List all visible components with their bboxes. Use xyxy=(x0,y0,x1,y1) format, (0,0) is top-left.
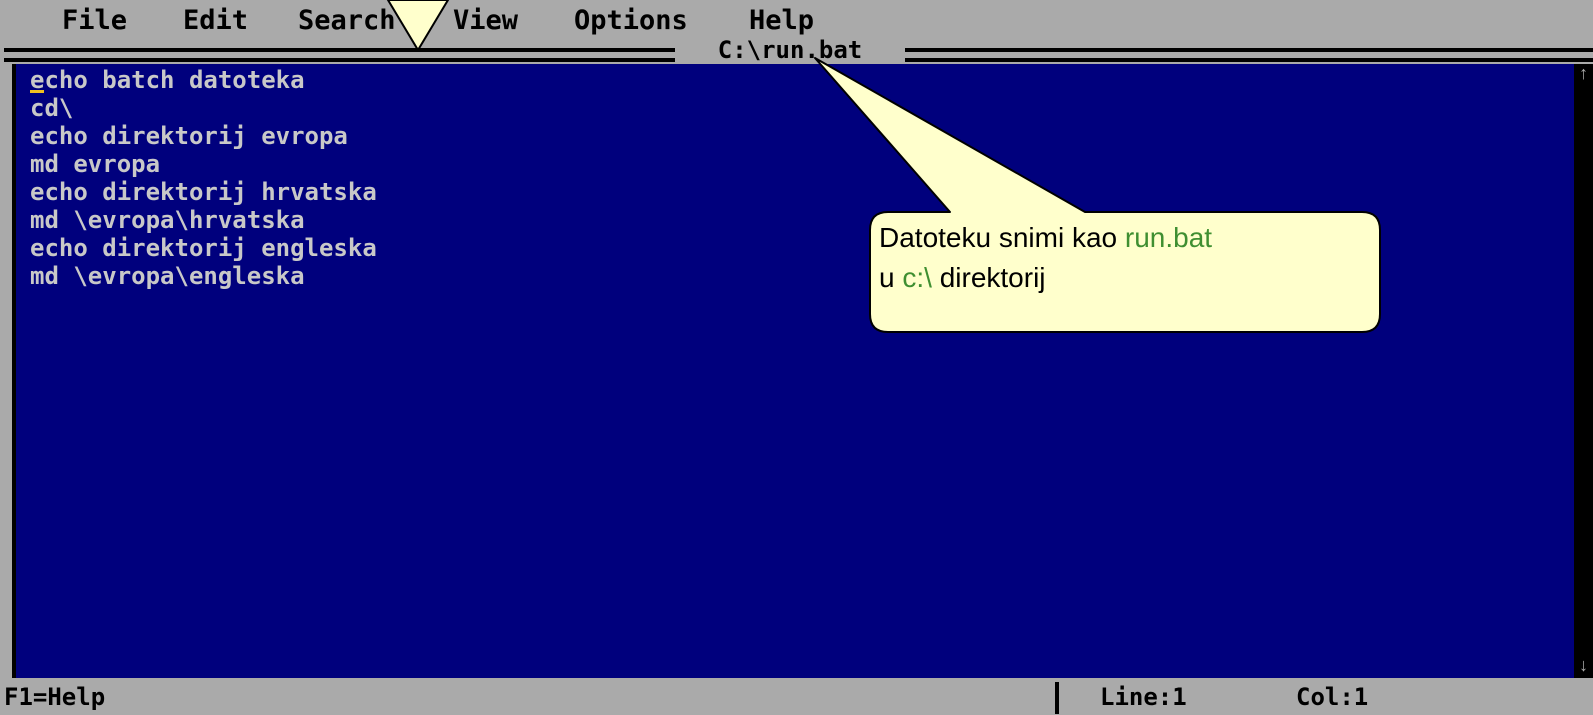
code-line-2[interactable]: cd\ xyxy=(30,94,377,122)
arrow-up-icon[interactable]: ↑ xyxy=(1574,66,1593,84)
editor-window: C:\run.bat e cho batch datoteka cd\ echo … xyxy=(0,38,1593,678)
code-line-6[interactable]: md \evropa\hrvatska xyxy=(30,206,377,234)
code-line-5[interactable]: echo direktorij hrvatska xyxy=(30,178,377,206)
code-line-7[interactable]: echo direktorij engleska xyxy=(30,234,377,262)
first-line-rest: cho batch datoteka xyxy=(44,66,305,94)
menu-help[interactable]: Help xyxy=(749,6,814,36)
vertical-scrollbar[interactable]: ↑ ↓ xyxy=(1574,64,1593,678)
code-line-4[interactable]: md evropa xyxy=(30,150,377,178)
menu-edit[interactable]: Edit xyxy=(183,6,248,36)
code-line-3[interactable]: echo direktorij evropa xyxy=(30,122,377,150)
menu-file[interactable]: File xyxy=(62,6,127,36)
status-divider xyxy=(1055,682,1059,714)
arrow-down-icon[interactable]: ↓ xyxy=(1574,658,1593,676)
menu-options[interactable]: Options xyxy=(574,6,688,36)
menu-search[interactable]: Search xyxy=(298,6,396,36)
status-bar: F1=Help Line:1 Col:1 xyxy=(0,678,1593,715)
status-column-number: Col:1 xyxy=(1296,683,1369,711)
code-lines: e cho batch datoteka cd\ echo direktorij … xyxy=(30,66,377,290)
menu-view[interactable]: View xyxy=(453,6,518,36)
status-help-hint: F1=Help xyxy=(4,683,106,711)
cursor-char: e xyxy=(30,66,44,94)
file-title: C:\run.bat xyxy=(675,38,905,62)
code-line-1[interactable]: e cho batch datoteka xyxy=(30,66,377,94)
text-cursor xyxy=(30,90,44,93)
text-edit-area[interactable]: e cho batch datoteka cd\ echo direktorij … xyxy=(12,64,1574,678)
code-line-8[interactable]: md \evropa\engleska xyxy=(30,262,377,290)
status-line-number: Line:1 xyxy=(1100,683,1187,711)
menu-bar: File Edit Search View Options Help xyxy=(0,0,1593,38)
